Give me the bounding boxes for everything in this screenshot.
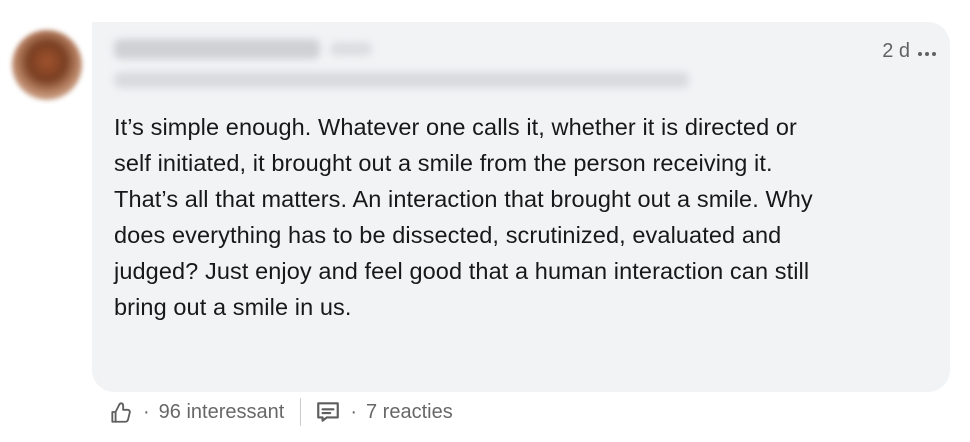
comment-bubble: 2 d It’s simple enough. Whatever one cal… xyxy=(92,22,950,392)
separator-dot: · xyxy=(350,400,357,423)
social-divider xyxy=(300,398,302,426)
separator-dot: · xyxy=(143,400,150,423)
comment-meta: 2 d xyxy=(882,40,936,63)
comment-bubble-icon[interactable] xyxy=(315,399,341,425)
author-name-redacted[interactable] xyxy=(114,39,320,59)
comment-social-bar: · 96 interessant · 7 reacties xyxy=(108,396,453,428)
likes-count[interactable]: 96 interessant xyxy=(159,401,285,424)
author-degree-redacted xyxy=(330,42,372,56)
replies-count[interactable]: 7 reacties xyxy=(366,401,453,424)
more-options-icon[interactable] xyxy=(918,51,936,56)
comment-timestamp: 2 d xyxy=(882,40,910,62)
like-thumb-icon[interactable] xyxy=(108,399,134,425)
author-headline-redacted xyxy=(114,72,689,88)
author-avatar[interactable] xyxy=(12,30,82,100)
comment-text: It’s simple enough. Whatever one calls i… xyxy=(114,114,813,320)
